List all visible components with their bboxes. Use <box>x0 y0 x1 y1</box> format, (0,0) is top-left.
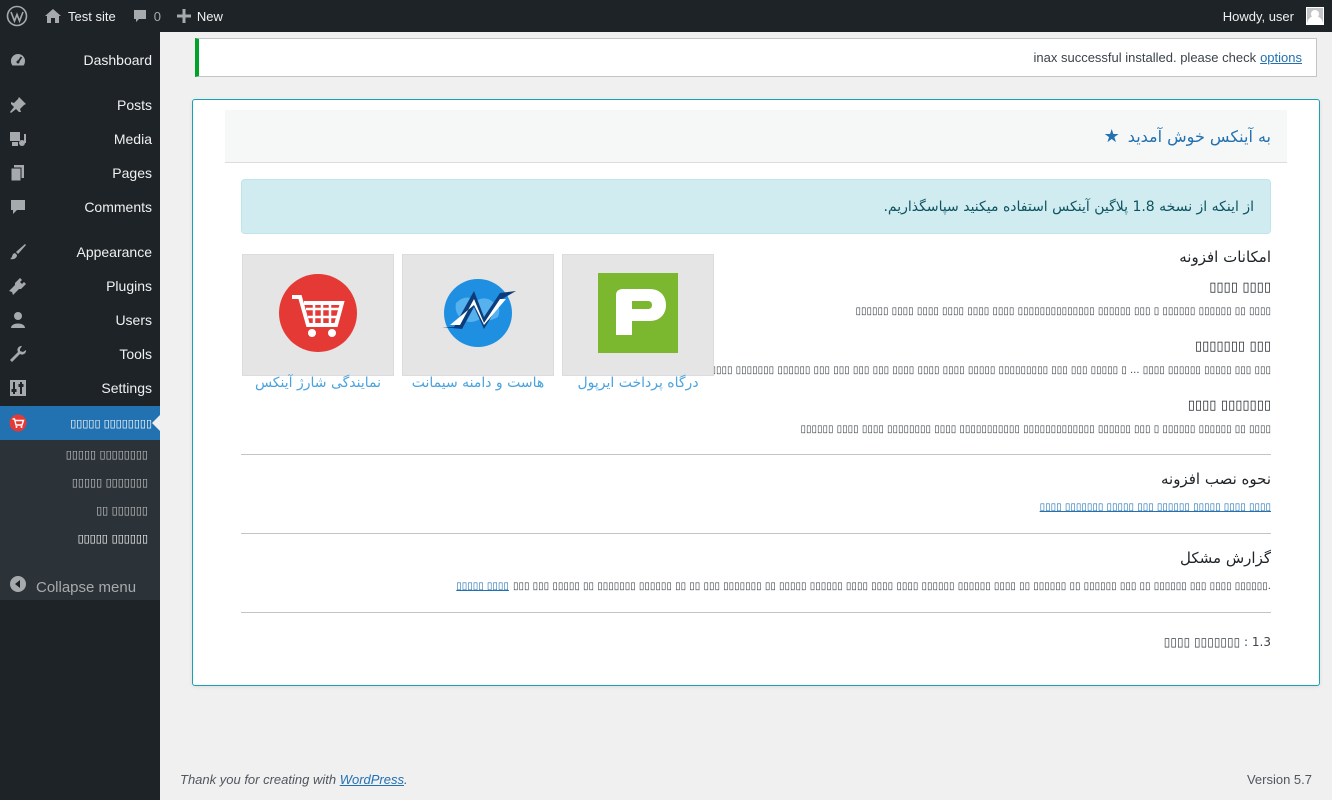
avatar <box>1306 7 1324 25</box>
footer-version: Version 5.7 <box>1246 772 1312 787</box>
sidebar-item-posts[interactable]: Posts <box>0 88 160 122</box>
panel-title: به آینکس خوش آمدید <box>1127 126 1271 146</box>
pin-icon <box>9 96 27 114</box>
submenu-item-4[interactable]: ▯▯▯▯▯ ▯▯▯▯▯▯ <box>0 524 160 552</box>
wp-logo-button[interactable] <box>0 0 36 32</box>
feature-1-title: ▯▯▯▯ ▯▯▯▯ <box>1209 280 1271 295</box>
install-link[interactable]: ▯▯▯▯ ▯▯▯▯▯▯▯ ▯▯▯▯▯ ▯▯▯ ▯▯▯▯▯▯ ▯▯▯▯▯ ▯▯▯▯… <box>1040 502 1271 513</box>
inax-charge-thumbnail[interactable] <box>242 254 394 376</box>
media-icon <box>9 130 27 148</box>
submenu-item-3[interactable]: ▯▯ ▯▯▯▯▯▯ <box>0 496 160 524</box>
sidebar-item-settings[interactable]: Settings <box>0 371 160 405</box>
collapse-menu-button[interactable]: Collapse menu <box>0 570 160 604</box>
divider <box>241 454 1271 455</box>
thanks-text: .از اینکه از نسخه 1.8 پلاگین آینکس استفا… <box>883 198 1254 215</box>
notice-text: inax successful installed. please check <box>1033 50 1257 65</box>
comments-link[interactable]: 0 <box>124 0 169 32</box>
sidebar-item-plugins[interactable]: Plugins <box>0 269 160 303</box>
my-account-link[interactable]: Howdy, user <box>1215 0 1332 32</box>
feature-2-title: ▯▯▯▯▯▯▯ ▯▯▯ <box>1194 339 1271 354</box>
submenu-item-1[interactable]: ▯▯▯▯▯ ▯▯▯▯▯▯▯▯ <box>0 440 160 468</box>
pages-icon <box>9 164 27 182</box>
sidebar-item-tools[interactable]: Tools <box>0 337 160 371</box>
admin-bar: Test site 0 New Howdy, user <box>0 0 1332 32</box>
new-label: New <box>196 8 223 24</box>
collapse-arrow-icon <box>10 576 26 596</box>
irpool-label[interactable]: درگاه پرداخت ایرپول <box>558 375 718 391</box>
comment-icon <box>132 8 148 24</box>
irpool-logo-icon <box>598 273 678 357</box>
report-line: ▯▯▯▯▯ ▯▯▯▯ ▯▯▯ ▯▯▯ ▯▯▯▯▯ ▯▯ ▯▯▯▯▯▯▯ ▯▯▯▯… <box>456 581 1271 592</box>
thanks-alert: .از اینکه از نسخه 1.8 پلاگین آینکس استفا… <box>241 179 1271 234</box>
plus-icon <box>176 9 191 23</box>
welcome-panel: به آینکس خوش آمدید ★ .از اینکه از نسخه 1… <box>192 99 1320 686</box>
feature-3-desc: ▯▯▯▯▯▯ ▯▯▯▯ ▯▯▯▯ ▯▯▯▯▯▯▯▯ ▯▯▯▯ ▯▯▯▯▯▯▯▯▯… <box>800 424 1271 435</box>
feature-3-title: ▯▯▯▯ ▯▯▯▯▯▯▯ <box>1187 398 1271 413</box>
options-link[interactable]: options <box>1260 50 1302 65</box>
sidebar-item-inax[interactable]: ▯▯▯▯▯ ▯▯▯▯▯▯▯▯ <box>0 406 160 440</box>
version-line: ▯▯▯▯ ▯▯▯▯▯▯▯ : 1.3 <box>1163 635 1271 649</box>
feature-2-desc: ▯▯▯▯▯▯ ▯▯▯▯▯▯▯ ▯▯▯▯▯▯ ▯▯▯ ▯▯▯ ▯▯▯ ▯▯▯ ▯▯… <box>699 365 1271 376</box>
features-title: امکانات افزونه <box>1179 248 1271 266</box>
dashboard-icon <box>9 51 27 69</box>
cart-icon <box>9 414 27 432</box>
plugin-icon <box>9 277 27 295</box>
feature-1-desc: ▯▯▯▯▯▯ ▯▯▯▯ ▯▯▯▯ ▯▯▯▯ ▯▯▯▯ ▯▯▯▯ ▯▯▯▯▯▯▯▯… <box>855 306 1271 317</box>
site-name: Test site <box>68 8 116 24</box>
inax-charge-label[interactable]: نمایندگی شارژ آینکس <box>238 375 398 391</box>
install-title: نحوه نصب افزونه <box>1161 470 1271 488</box>
success-notice: inax successful installed. please check … <box>195 38 1317 77</box>
report-title: گزارش مشکل <box>1180 549 1271 567</box>
comment-icon <box>9 198 27 216</box>
settings-icon <box>9 379 27 397</box>
divider <box>241 612 1271 613</box>
home-icon <box>44 8 62 24</box>
sidebar-item-users[interactable]: Users <box>0 303 160 337</box>
report-link[interactable]: ▯▯▯▯▯ ▯▯▯▯ <box>456 581 509 592</box>
user-icon <box>9 311 27 329</box>
divider <box>241 533 1271 534</box>
submenu-item-2[interactable]: ▯▯▯▯▯ ▯▯▯▯▯▯▯ <box>0 468 160 496</box>
comments-count: 0 <box>153 8 161 24</box>
wrench-icon <box>9 345 27 363</box>
simanet-globe-icon <box>436 273 520 357</box>
report-text: ▯▯▯ ▯▯▯ ▯▯▯▯▯ ▯▯ ▯▯▯▯▯▯▯ ▯▯▯▯▯▯ ▯▯ ▯▯ ▯▯… <box>512 581 1271 592</box>
wordpress-link[interactable]: WordPress <box>340 772 404 787</box>
brush-icon <box>9 243 27 261</box>
footer-thanks: Thank you for creating with WordPress. <box>180 772 408 787</box>
sidebar-item-comments[interactable]: Comments <box>0 190 160 224</box>
sidebar-item-media[interactable]: Media <box>0 122 160 156</box>
simanet-label[interactable]: هاست و دامنه سیمانت <box>398 375 558 391</box>
howdy-text: Howdy, user <box>1222 8 1294 24</box>
sidebar-item-appearance[interactable]: Appearance <box>0 235 160 269</box>
star-icon: ★ <box>1103 125 1120 147</box>
cart-logo-icon <box>278 273 358 357</box>
sidebar-item-dashboard[interactable]: Dashboard <box>0 43 160 77</box>
sidebar-item-pages[interactable]: Pages <box>0 156 160 190</box>
site-name-link[interactable]: Test site <box>36 0 124 32</box>
simanet-thumbnail[interactable] <box>402 254 554 376</box>
wordpress-logo-icon <box>6 5 28 27</box>
new-content-link[interactable]: New <box>169 0 231 32</box>
irpool-thumbnail[interactable] <box>562 254 714 376</box>
panel-header: به آینکس خوش آمدید ★ <box>225 110 1287 163</box>
admin-sidebar: Dashboard Posts Media Pages Comments App… <box>0 32 160 800</box>
